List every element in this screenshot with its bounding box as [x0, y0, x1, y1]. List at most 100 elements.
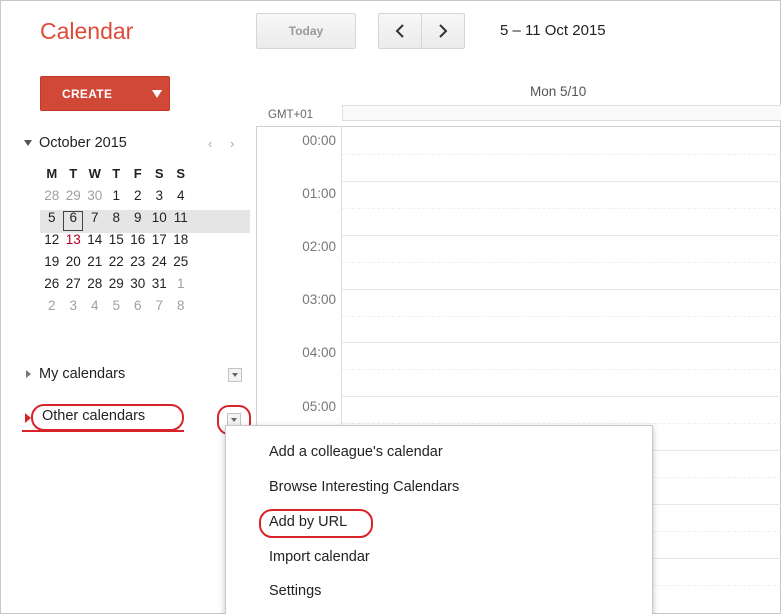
day-cell[interactable]: 21 [84, 250, 106, 272]
day-cell[interactable]: 17 [149, 228, 171, 250]
mini-calendar-month[interactable]: October 2015 [24, 135, 127, 151]
half-hour-line [342, 369, 781, 370]
day-cell[interactable]: 10 [149, 206, 171, 228]
day-cell[interactable]: 1 [170, 272, 192, 294]
day-cell[interactable]: 24 [149, 250, 171, 272]
hour-line [342, 235, 781, 236]
weekday-label: M [46, 165, 58, 181]
my-calendars-label: My calendars [39, 366, 126, 382]
weekday-header-row: M T W T F S S [41, 162, 192, 184]
my-calendars-menu-button[interactable] [228, 368, 242, 382]
hour-label: 03:00 [302, 292, 336, 307]
half-hour-line [342, 154, 781, 155]
half-hour-line [342, 316, 781, 317]
hour-line [342, 181, 781, 182]
day-cell[interactable]: 6 [127, 294, 149, 316]
menu-item-add-colleague[interactable]: Add a colleague's calendar [269, 444, 443, 460]
day-cell[interactable]: 22 [106, 250, 128, 272]
hour-label: 00:00 [302, 133, 336, 148]
annotation-highlight-add-by-url [259, 509, 373, 538]
app-title[interactable]: Calendar [40, 18, 133, 45]
mini-calendar-week: 5 6 7 8 9 10 11 [41, 206, 192, 228]
create-button[interactable]: CREATE [40, 76, 170, 111]
hour-label: 05:00 [302, 399, 336, 414]
hour-line [342, 396, 781, 397]
weekday-label: W [88, 165, 101, 181]
chevron-left-icon [395, 24, 404, 38]
my-calendars-toggle[interactable]: My calendars [26, 366, 125, 382]
mini-calendar-week: 26 27 28 29 30 31 1 [41, 272, 192, 294]
day-cell[interactable]: 14 [84, 228, 106, 250]
day-cell[interactable]: 15 [106, 228, 128, 250]
day-cell[interactable]: 3 [63, 294, 85, 316]
day-cell[interactable]: 2 [41, 294, 63, 316]
hour-label: 01:00 [302, 186, 336, 201]
weekday-label: F [133, 165, 142, 181]
day-cell[interactable]: 16 [127, 228, 149, 250]
weekday-label: S [176, 165, 186, 181]
day-cell[interactable]: 25 [170, 250, 192, 272]
weekday-label: T [112, 165, 121, 181]
day-cell-today[interactable]: 6 [63, 206, 85, 228]
day-cell[interactable]: 1 [106, 184, 128, 206]
day-cell[interactable]: 4 [170, 184, 192, 206]
day-cell[interactable]: 19 [41, 250, 63, 272]
collapse-triangle-icon [24, 140, 32, 147]
day-column-header[interactable]: Mon 5/10 [530, 84, 586, 99]
dropdown-arrow-icon [232, 373, 238, 377]
half-hour-line [342, 208, 781, 209]
next-period-button[interactable] [421, 13, 465, 49]
mini-calendar-grid: M T W T F S S 28 29 30 1 2 3 4 5 6 7 8 9… [41, 162, 192, 316]
menu-item-import-calendar[interactable]: Import calendar [269, 549, 370, 565]
annotation-underline [22, 430, 184, 432]
day-cell[interactable]: 5 [41, 206, 63, 228]
day-cell[interactable]: 29 [106, 272, 128, 294]
today-button[interactable]: Today [256, 13, 356, 49]
day-cell[interactable]: 23 [127, 250, 149, 272]
timezone-label: GMT+01 [268, 109, 314, 121]
mini-calendar-week: 19 20 21 22 23 24 25 [41, 250, 192, 272]
expand-triangle-icon [26, 370, 31, 379]
day-cell[interactable]: 11 [170, 206, 192, 228]
menu-item-browse-calendars[interactable]: Browse Interesting Calendars [269, 479, 459, 495]
hour-label: 02:00 [302, 239, 336, 254]
day-cell[interactable]: 8 [106, 206, 128, 228]
day-cell[interactable]: 29 [63, 184, 85, 206]
day-cell[interactable]: 30 [84, 184, 106, 206]
weekday-label: S [154, 165, 164, 181]
day-cell[interactable]: 12 [41, 228, 63, 250]
hour-line [342, 289, 781, 290]
day-cell[interactable]: 28 [84, 272, 106, 294]
day-cell[interactable]: 18 [170, 228, 192, 250]
day-cell[interactable]: 26 [41, 272, 63, 294]
day-cell[interactable]: 27 [63, 272, 85, 294]
create-button-label: CREATE [62, 87, 113, 101]
day-cell[interactable]: 20 [63, 250, 85, 272]
day-cell[interactable]: 13 [63, 228, 85, 250]
create-dropdown-arrow-icon[interactable] [152, 90, 162, 98]
previous-period-button[interactable] [378, 13, 422, 49]
day-cell[interactable]: 4 [84, 294, 106, 316]
mini-calendar-week: 28 29 30 1 2 3 4 [41, 184, 192, 206]
hour-label: 04:00 [302, 345, 336, 360]
day-cell[interactable]: 9 [127, 206, 149, 228]
mini-calendar-prev-button[interactable]: ‹ [208, 136, 212, 151]
mini-calendar-week: 2 3 4 5 6 7 8 [41, 294, 192, 316]
mini-calendar-next-button[interactable]: › [230, 136, 234, 151]
day-cell[interactable]: 7 [149, 294, 171, 316]
menu-item-settings[interactable]: Settings [269, 583, 321, 599]
day-cell[interactable]: 7 [84, 206, 106, 228]
day-cell[interactable]: 3 [149, 184, 171, 206]
all-day-row[interactable] [342, 105, 781, 121]
mini-calendar-week: 12 13 14 15 16 17 18 [41, 228, 192, 250]
day-cell[interactable]: 30 [127, 272, 149, 294]
hour-line [342, 342, 781, 343]
annotation-highlight-other-calendars [31, 404, 184, 431]
day-cell[interactable]: 2 [127, 184, 149, 206]
day-cell[interactable]: 8 [170, 294, 192, 316]
half-hour-line [342, 262, 781, 263]
day-cell[interactable]: 5 [106, 294, 128, 316]
day-cell[interactable]: 28 [41, 184, 63, 206]
chevron-right-icon [439, 24, 448, 38]
day-cell[interactable]: 31 [149, 272, 171, 294]
